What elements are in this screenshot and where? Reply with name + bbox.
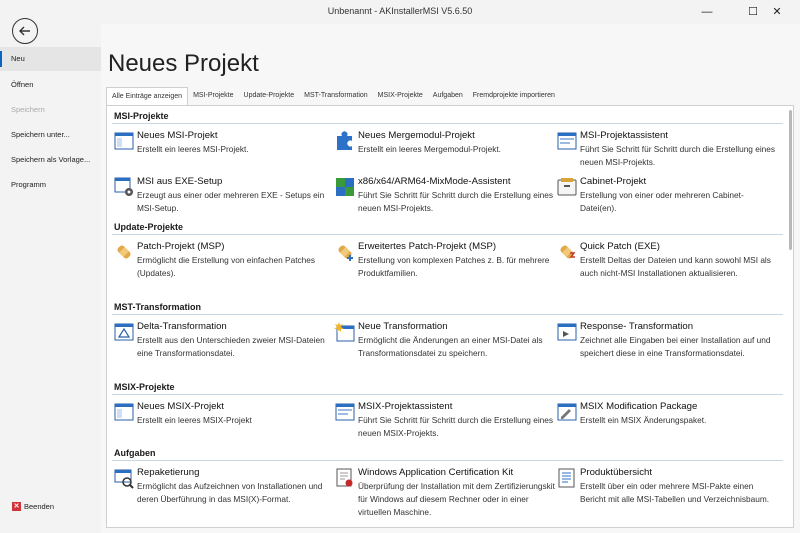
exit-icon: ✕: [12, 502, 21, 511]
tab-all-entries[interactable]: Alle Einträge anzeigen: [106, 87, 189, 105]
window-title: Unbenannt - AKInstallerMSI V5.6.50: [327, 6, 473, 16]
item-description: Erstellt ein leeres MSI-Projekt.: [137, 144, 249, 154]
repackage-icon: [114, 469, 134, 489]
cabinet-icon: [557, 178, 577, 196]
sidebar-item-program[interactable]: Programm: [0, 173, 101, 197]
mixmode-icon: [336, 178, 354, 196]
item-description: Führt Sie Schritt für Schritt durch die …: [580, 144, 776, 167]
close-button[interactable]: ✕: [754, 0, 800, 24]
item-description: Führt Sie Schritt für Schritt durch die …: [358, 415, 554, 438]
minimize-button[interactable]: —: [684, 0, 730, 24]
back-arrow-icon: [19, 26, 30, 36]
item-description: Erzeugt aus einer oder mehreren EXE - Se…: [137, 190, 325, 213]
group-header: Aufgaben: [112, 448, 783, 461]
item-title: Quick Patch (EXE): [580, 241, 660, 252]
tab-update-projects[interactable]: Update-Projekte: [239, 87, 300, 105]
sidebar-item-save-as[interactable]: Speichern unter...: [0, 123, 101, 147]
exe-gear-icon: [114, 177, 133, 196]
tab-msi-projects[interactable]: MSI-Projekte: [188, 87, 238, 105]
item-description: Führt Sie Schritt für Schritt durch die …: [358, 190, 554, 213]
tab-bar: Alle Einträge anzeigen MSI-Projekte Upda…: [106, 87, 560, 105]
item-description: Ermöglicht das Aufzeichnen von Installat…: [137, 481, 323, 504]
item-description: Zeichnet alle Eingaben bei einer Install…: [580, 335, 771, 358]
item-title: Neues MSI-Projekt: [137, 130, 218, 141]
item-title: Neues MSIX-Projekt: [137, 401, 224, 412]
patch-icon: [117, 245, 131, 259]
tab-mst-transformation[interactable]: MST-Transformation: [299, 87, 373, 105]
sidebar-item-save-as-template[interactable]: Speichern als Vorlage...: [0, 148, 101, 172]
group-msi-projects: MSI-Projekte Neues MSI-Projekt Erstellt …: [112, 111, 783, 213]
page-title: Neues Projekt: [108, 50, 259, 77]
scrollbar-thumb[interactable]: [789, 110, 792, 250]
backstage-sidebar: Neu Öffnen Speichern Speichern unter... …: [0, 0, 101, 533]
group-header: MSIX-Projekte: [112, 382, 783, 395]
item-description: Überprüfung der Installation mit dem Zer…: [358, 481, 555, 517]
tab-msix-projects[interactable]: MSIX-Projekte: [373, 87, 428, 105]
group-msix-projects: MSIX-Projekte Neues MSIX-Projekt Erstell…: [112, 382, 783, 438]
wizard-window-icon: [335, 403, 355, 421]
exit-label: Beenden: [24, 502, 55, 511]
item-description: Erstellt ein leeres MSIX-Projekt: [137, 415, 252, 425]
item-title: Produktübersicht: [580, 467, 652, 478]
sidebar-item-save[interactable]: Speichern: [0, 98, 101, 122]
item-description: Ermöglicht die Änderungen an einer MSI-D…: [358, 335, 543, 358]
item-title: Repaketierung: [137, 467, 200, 478]
group-tasks: Aufgaben Repaketierung Ermöglicht das Au…: [112, 448, 783, 517]
item-title: Patch-Projekt (MSP): [137, 241, 225, 252]
item-title: MSIX-Projektassistent: [358, 401, 453, 412]
group-mst-transformation: MST-Transformation Delta-Transformation …: [112, 302, 783, 358]
group-header: MST-Transformation: [112, 302, 783, 315]
certificate-icon: [336, 468, 353, 487]
puzzle-icon: [337, 131, 352, 150]
tab-tasks[interactable]: Aufgaben: [428, 87, 468, 105]
window-icon: [114, 132, 134, 150]
project-list-panel: MSI-Projekte Neues MSI-Projekt Erstellt …: [106, 105, 794, 528]
exit-button[interactable]: ✕ Beenden: [12, 502, 54, 511]
item-title: Delta-Transformation: [137, 321, 227, 332]
item-title: MSI-Projektassistent: [580, 130, 668, 141]
item-description: Ermöglicht die Erstellung von einfachen …: [137, 255, 316, 278]
modification-icon: [557, 403, 577, 421]
group-header: MSI-Projekte: [112, 111, 783, 124]
item-title: x86/x64/ARM64-MixMode-Assistent: [358, 176, 511, 187]
tab-import-foreign[interactable]: Fremdprojekte importieren: [468, 87, 560, 105]
report-icon: [558, 468, 575, 488]
wizard-window-icon: [557, 132, 577, 150]
back-button[interactable]: [12, 18, 38, 44]
main-area: Neues Projekt Alle Einträge anzeigen MSI…: [101, 24, 800, 533]
item-description: Erstellung von einer oder mehreren Cabin…: [580, 190, 744, 213]
new-transform-icon: [334, 322, 355, 342]
item-description: Erstellt Deltas der Dateien und kann sow…: [580, 255, 771, 278]
item-title: Windows Application Certification Kit: [358, 467, 514, 478]
group-update-projects: Update-Projekte Patch-Projekt (MSP) Ermö…: [112, 222, 783, 278]
group-header: Update-Projekte: [112, 222, 783, 235]
item-title: MSI aus EXE-Setup: [137, 176, 223, 187]
item-description: Erstellt ein MSIX Änderungspaket.: [580, 415, 707, 425]
item-title: Neues Mergemodul-Projekt: [358, 130, 475, 141]
item-description: Erstellung von komplexen Patches z. B. f…: [358, 255, 550, 278]
response-icon: [557, 323, 577, 341]
item-description: Erstellt ein leeres Mergemodul-Projekt.: [358, 144, 501, 154]
item-description: Erstellt über ein oder mehrere MSI-Pakte…: [580, 481, 770, 504]
item-title: Cabinet-Projekt: [580, 176, 647, 187]
title-bar: Unbenannt - AKInstallerMSI V5.6.50 — ☐ ✕: [0, 0, 800, 24]
item-title: MSIX Modification Package: [580, 401, 698, 412]
window-icon: [114, 403, 134, 421]
item-description: Erstellt aus den Unterschieden zweier MS…: [137, 335, 325, 358]
item-title: Erweitertes Patch-Projekt (MSP): [358, 241, 497, 252]
patch-plus-icon: [338, 245, 353, 261]
delta-icon: [114, 323, 134, 341]
vertical-scrollbar[interactable]: [787, 106, 793, 527]
quick-patch-icon: [560, 245, 576, 259]
item-title: Neue Transformation: [358, 321, 448, 332]
sidebar-item-new[interactable]: Neu: [0, 47, 101, 71]
sidebar-item-open[interactable]: Öffnen: [0, 73, 101, 97]
item-title: Response- Transformation: [580, 321, 694, 332]
